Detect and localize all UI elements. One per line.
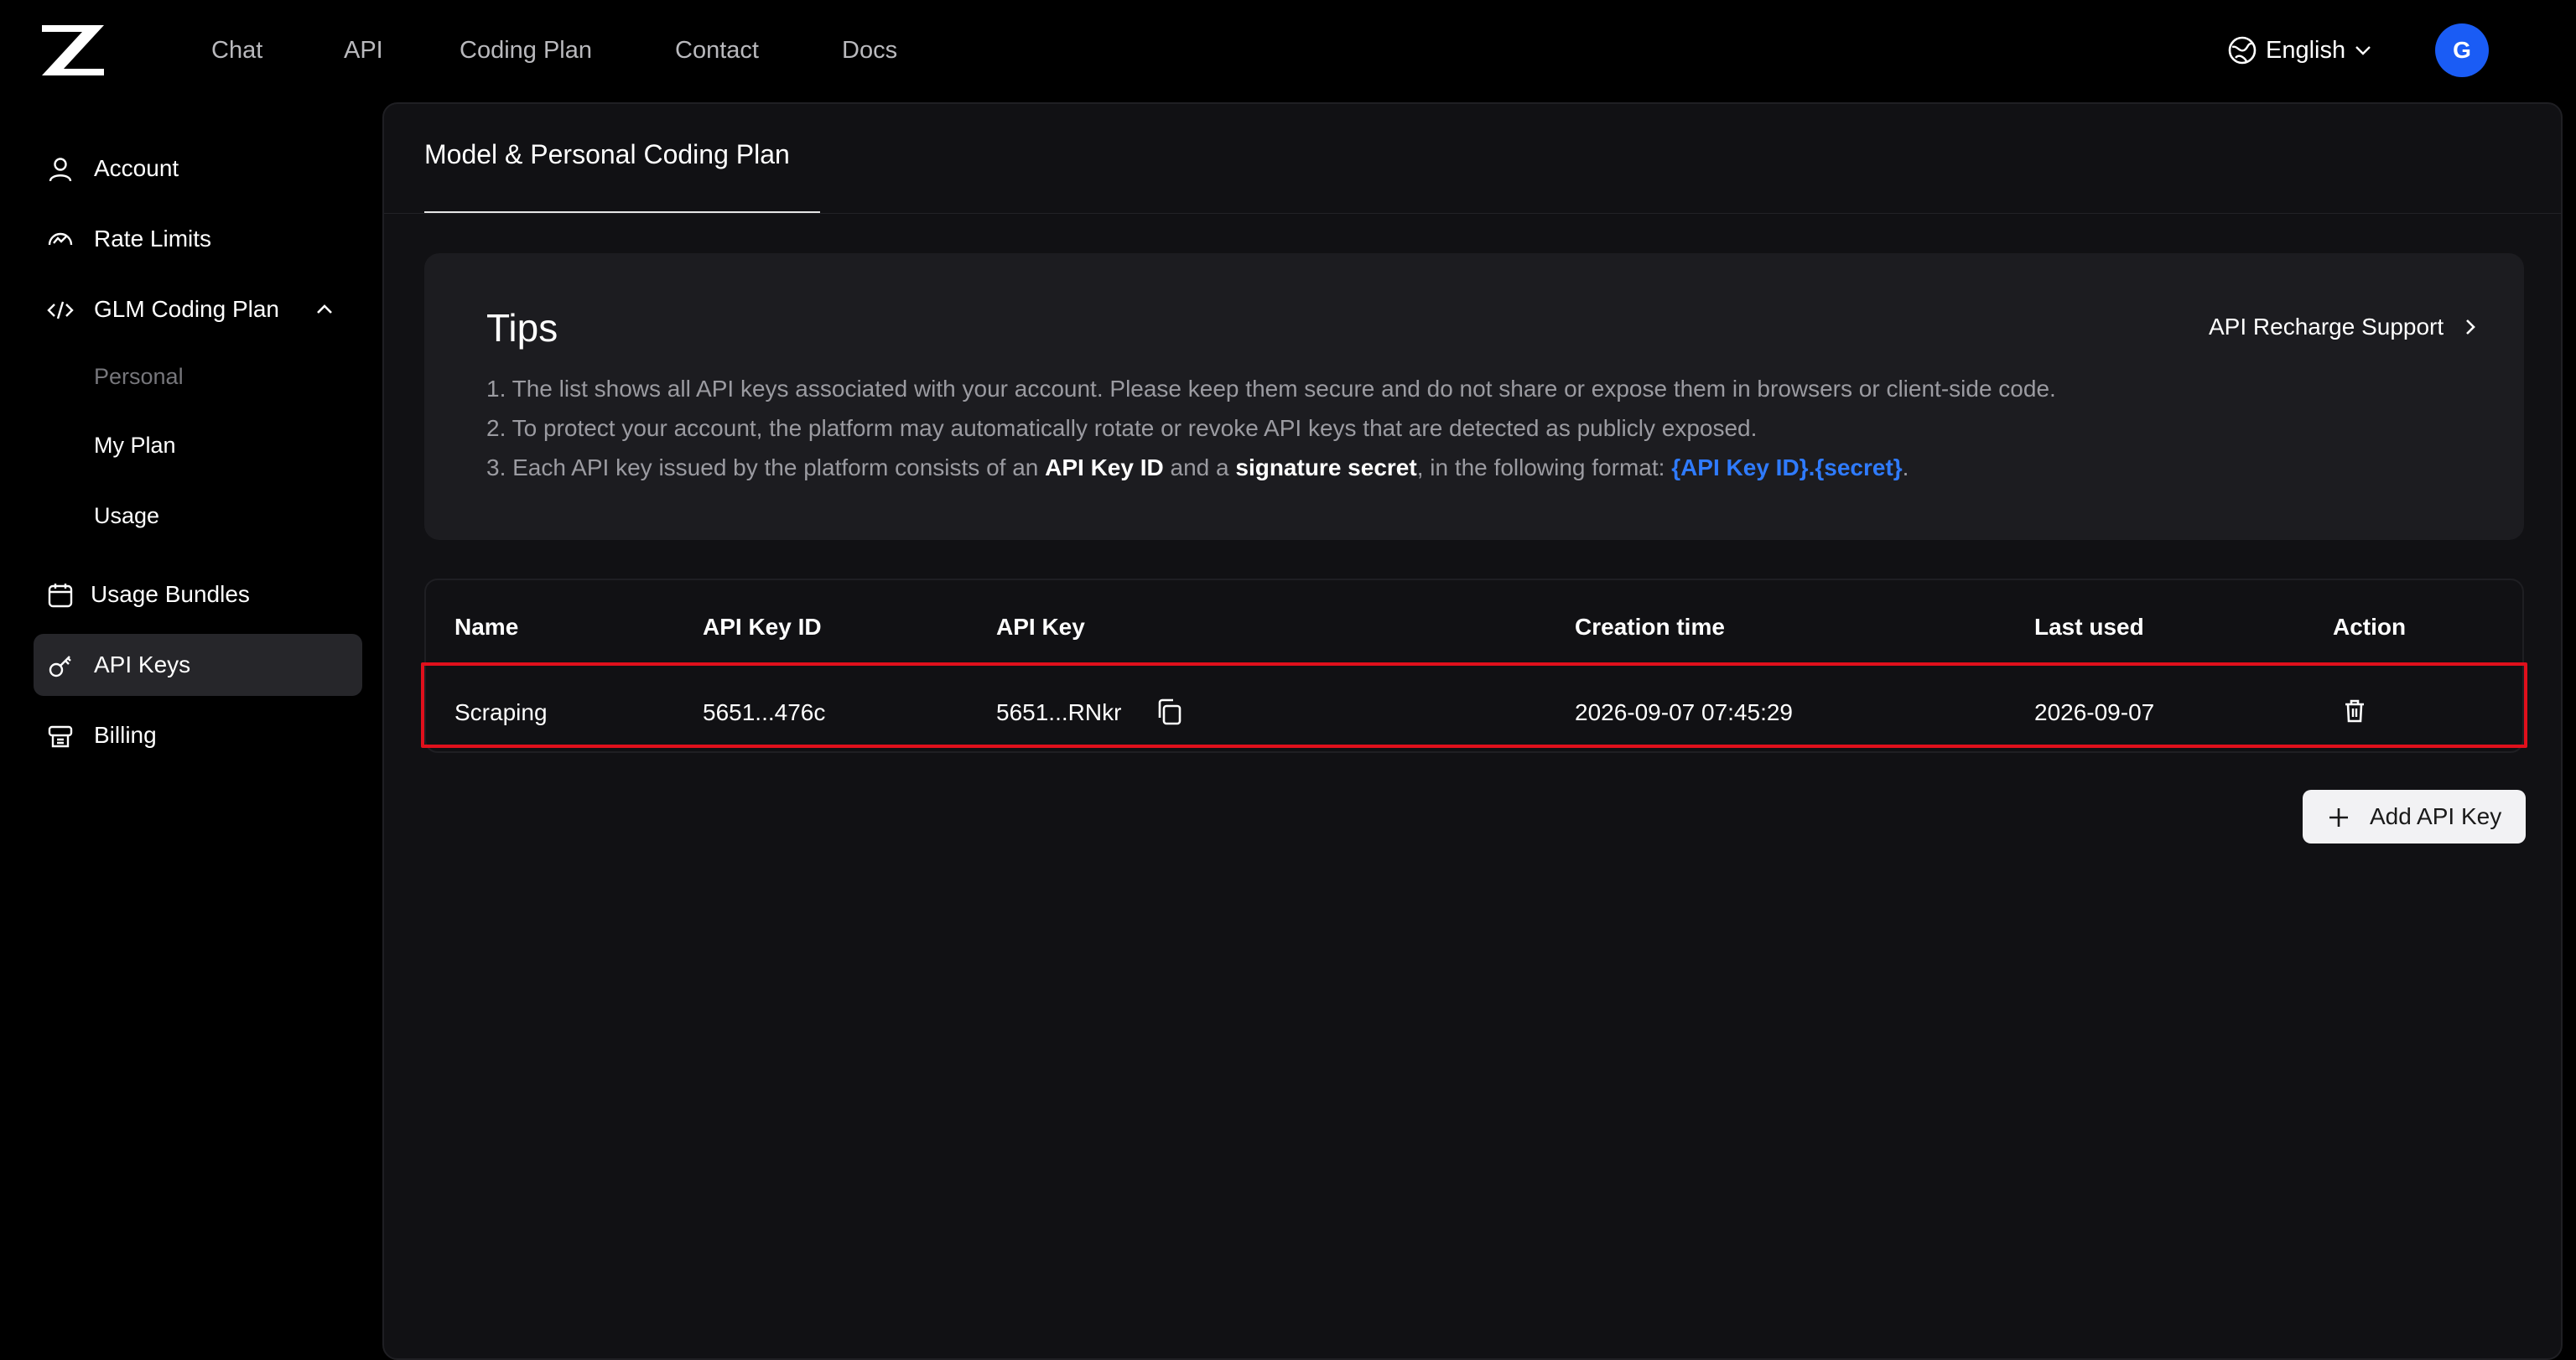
recharge-label: API Recharge Support: [2209, 314, 2444, 340]
key-format-example: {API Key ID}.{secret}: [1671, 454, 1903, 480]
sidebar-item-rate-limits[interactable]: Rate Limits: [34, 208, 362, 270]
sidebar-item-usage-bundles[interactable]: Usage Bundles: [34, 563, 362, 625]
signature-secret-term: signature secret: [1235, 454, 1417, 480]
globe-icon: [2228, 36, 2257, 65]
copy-icon[interactable]: [1156, 698, 1184, 726]
tips-line-3-text: and a: [1163, 454, 1236, 480]
sidebar-item-glm-coding-plan[interactable]: GLM Coding Plan: [34, 278, 362, 340]
top-navbar: Chat API Coding Plan Contact Docs Englis…: [0, 0, 2576, 101]
tips-line-3-text: .: [1902, 454, 1909, 480]
tips-card: Tips API Recharge Support 1. The list sh…: [424, 253, 2524, 540]
cell-api-key: 5651...RNkr: [996, 699, 1122, 725]
api-recharge-support-link[interactable]: API Recharge Support: [2209, 314, 2479, 340]
tips-line-3-text: 3. Each API key issued by the platform c…: [486, 454, 1046, 480]
sidebar-subitem-usage[interactable]: Usage: [94, 503, 159, 529]
column-header-action: Action: [2333, 614, 2407, 640]
tips-line-3: 3. Each API key issued by the platform c…: [486, 454, 1909, 481]
column-header-api-key-id: API Key ID: [703, 614, 822, 640]
tips-line-1: 1. The list shows all API keys associate…: [486, 376, 2056, 402]
nav-link-chat[interactable]: Chat: [211, 32, 262, 69]
column-header-api-key: API Key: [996, 614, 1085, 640]
sidebar-subitem-my-plan[interactable]: My Plan: [94, 433, 176, 459]
cell-api-key-id: 5651...476c: [703, 699, 826, 725]
nav-link-docs[interactable]: Docs: [842, 32, 897, 69]
plus-icon: [2329, 808, 2348, 827]
tips-line-3-text: , in the following format:: [1416, 454, 1672, 480]
tab-model-personal-coding-plan[interactable]: Model & Personal Coding Plan: [424, 139, 790, 170]
chevron-right-icon: [2466, 319, 2476, 335]
cell-last-used: 2026-09-07: [2034, 699, 2155, 725]
nav-link-api[interactable]: API: [344, 32, 383, 69]
avatar[interactable]: G: [2435, 23, 2489, 77]
sidebar-item-label: API Keys: [94, 651, 191, 677]
sidebar-item-label: Account: [94, 155, 179, 181]
sidebar-item-label: GLM Coding Plan: [94, 296, 280, 322]
key-icon: [49, 656, 71, 677]
add-api-key-label: Add API Key: [2370, 803, 2502, 829]
column-header-last-used: Last used: [2034, 614, 2144, 640]
zhipu-logo-icon[interactable]: [39, 22, 107, 79]
billing-icon: [48, 725, 73, 748]
sidebar-item-label: Billing: [94, 722, 157, 748]
sidebar-subitem-personal: Personal: [94, 364, 184, 389]
chevron-down-icon: [2355, 46, 2371, 55]
cell-creation-time: 2026-09-07 07:45:29: [1575, 699, 1793, 725]
trash-icon[interactable]: [2341, 698, 2368, 724]
calendar-icon: [48, 584, 73, 608]
sidebar-item-account[interactable]: Account: [34, 138, 362, 200]
main-panel: Model & Personal Coding Plan Tips API Re…: [382, 102, 2563, 1360]
code-icon: [47, 301, 74, 319]
sidebar-item-label: Rate Limits: [94, 226, 212, 252]
cell-name: Scraping: [454, 699, 548, 725]
language-selector[interactable]: English: [2227, 30, 2372, 70]
api-keys-table: Name API Key ID API Key Creation time La…: [421, 579, 2527, 753]
add-api-key-button[interactable]: Add API Key: [2303, 790, 2526, 844]
user-icon: [49, 158, 72, 182]
column-header-name: Name: [454, 614, 519, 640]
api-key-id-term: API Key ID: [1045, 454, 1164, 480]
chevron-up-icon[interactable]: [314, 298, 335, 320]
divider: [384, 213, 2561, 214]
tips-title: Tips: [486, 306, 558, 350]
gauge-icon: [48, 232, 73, 246]
language-label: English: [2266, 36, 2346, 64]
sidebar-item-label: Usage Bundles: [91, 581, 250, 607]
nav-link-coding-plan[interactable]: Coding Plan: [460, 32, 592, 69]
tips-line-2: 2. To protect your account, the platform…: [486, 415, 1758, 441]
nav-link-contact[interactable]: Contact: [675, 32, 759, 69]
sidebar-item-api-keys[interactable]: API Keys: [34, 634, 362, 696]
column-header-creation-time: Creation time: [1575, 614, 1725, 640]
sidebar-item-billing[interactable]: Billing: [34, 704, 362, 766]
sidebar: Account Rate Limits GLM Coding Plan Pers…: [0, 101, 377, 1355]
